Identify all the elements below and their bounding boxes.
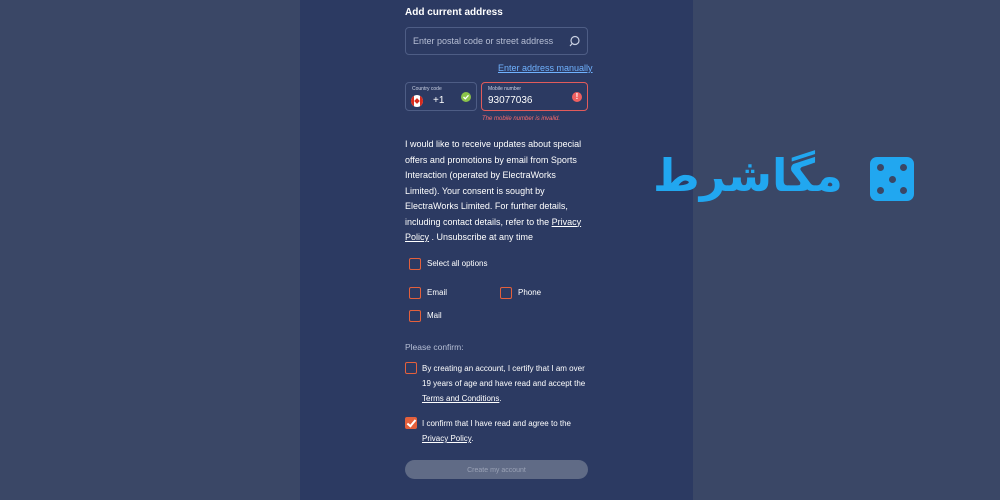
phone-label: Phone [518,288,542,297]
create-account-button[interactable]: Create my account [405,460,588,479]
age-terms-end: . [499,394,502,403]
age-terms-checkbox[interactable] [405,362,417,374]
privacy-confirm-end: . [471,434,474,443]
select-all-checkbox[interactable] [409,258,421,270]
country-code-select[interactable]: Country code +1 [405,82,477,111]
terms-and-conditions-link[interactable]: Terms and Conditions [422,394,499,403]
email-checkbox[interactable] [409,287,421,299]
country-code-label: Country code [412,86,442,92]
privacy-confirm-text: I confirm that I have read and agree to … [422,416,590,446]
registration-panel: Add current address Enter postal code or… [300,0,693,500]
privacy-confirm-checkbox[interactable] [405,417,417,429]
mobile-number-label: Mobile number [488,86,522,92]
phone-checkbox[interactable] [500,287,512,299]
mobile-number-value: 93077036 [488,95,533,106]
privacy-confirm-statement: I confirm that I have read and agree to … [422,419,571,428]
mobile-number-input[interactable]: Mobile number 93077036 ! [481,82,588,111]
enter-address-manually-link[interactable]: Enter address manually [498,63,593,73]
consent-text: I would like to receive updates about sp… [405,139,582,227]
select-all-label: Select all options [427,259,488,268]
site-logo: مگاشرط [653,150,915,205]
age-terms-statement: By creating an account, I certify that I… [422,364,586,388]
address-search-input[interactable]: Enter postal code or street address [405,27,588,55]
country-code-value: +1 [433,95,445,106]
confirm-privacy-policy-link[interactable]: Privacy Policy [422,434,471,443]
dice-icon [870,157,914,201]
valid-check-icon [461,92,471,102]
email-label: Email [427,288,448,297]
age-terms-text: By creating an account, I certify that I… [422,361,588,406]
logo-text: مگاشرط [653,149,843,202]
address-search-placeholder: Enter postal code or street address [413,36,554,46]
canada-flag-icon [411,95,423,107]
consent-text-end: . Unsubscribe at any time [429,232,534,242]
mail-label: Mail [427,311,442,320]
address-heading: Add current address [405,7,503,18]
marketing-consent-text: I would like to receive updates about sp… [405,137,590,246]
mobile-error-message: The mobile number is invalid. [482,116,561,122]
please-confirm-heading: Please confirm: [405,342,464,352]
error-alert-icon: ! [572,92,582,102]
mail-checkbox[interactable] [409,310,421,322]
search-icon[interactable] [569,35,582,48]
